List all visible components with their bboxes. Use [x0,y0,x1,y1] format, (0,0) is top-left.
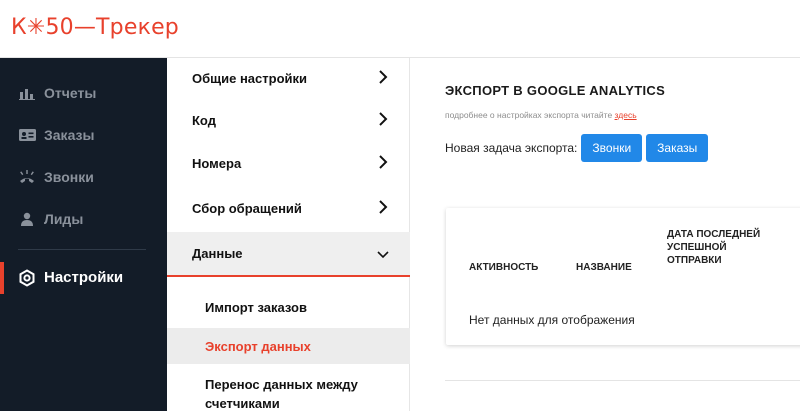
empty-table-message: Нет данных для отображения [469,313,635,327]
settings-item-collection[interactable]: Сбор обращений [167,188,410,228]
sidebar-item-label: Лиды [44,211,84,227]
settings-item-label: Сбор обращений [192,200,302,216]
sub-item-transfer-data[interactable]: Перенос данных между счетчиками [167,374,387,411]
active-indicator [0,262,4,294]
app-logo[interactable]: К✳50—Трекер [11,15,179,41]
calls-button[interactable]: Звонки [581,134,643,162]
settings-item-general[interactable]: Общие настройки [167,58,410,98]
export-tasks-table: АКТИВНОСТЬ НАЗВАНИЕ ДАТА ПОСЛЕДНЕЙ УСПЕШ… [446,208,800,345]
page-title: ЭКСПОРТ В GOOGLE ANALYTICS [445,83,666,98]
top-bar: К✳50—Трекер [0,0,800,58]
settings-item-data[interactable]: Данные [167,232,410,277]
subtitle-text: подробнее о настройках экспорта читайте [445,110,613,120]
chevron-right-icon [379,112,388,126]
chevron-down-icon [377,251,389,259]
sidebar-item-reports[interactable]: Отчеты [18,85,96,101]
settings-item-label: Номера [192,155,242,171]
sidebar-item-orders[interactable]: Заказы [18,127,94,143]
phone-ringing-icon [18,169,36,185]
settings-menu: Общие настройки Код Номера Сбор обращени… [167,58,410,411]
sub-item-import-orders[interactable]: Импорт заказов [167,290,410,324]
sidebar-item-calls[interactable]: Звонки [18,169,94,185]
sidebar-divider [18,249,146,250]
new-export-task: Новая задача экспорта: Звонки Заказы [445,134,712,162]
sidebar-item-label: Заказы [44,127,95,143]
sidebar-item-leads[interactable]: Лиды [18,211,83,227]
sidebar-item-label: Настройки [44,269,124,286]
divider [445,380,800,381]
main-content: ЭКСПОРТ В GOOGLE ANALYTICS подробнее о н… [410,58,800,411]
gear-icon [18,268,36,287]
column-header-activity[interactable]: АКТИВНОСТЬ [469,261,538,274]
settings-item-code[interactable]: Код [167,100,410,140]
orders-button[interactable]: Заказы [646,134,709,162]
sub-item-export-data[interactable]: Экспорт данных [167,328,410,364]
sidebar-item-label: Отчеты [44,85,97,101]
settings-item-label: Код [192,112,216,128]
chevron-right-icon [379,70,388,84]
settings-item-label: Данные [192,246,243,261]
column-header-last-sent[interactable]: ДАТА ПОСЛЕДНЕЙ УСПЕШНОЙ ОТПРАВКИ [667,228,777,267]
bar-chart-icon [18,85,36,101]
sidebar-item-settings[interactable]: Настройки [18,268,124,287]
id-card-icon [18,127,36,143]
details-link[interactable]: здесь [615,110,637,120]
chevron-right-icon [379,200,388,214]
person-icon [18,211,36,227]
sidebar-item-label: Звонки [44,169,94,185]
new-task-label: Новая задача экспорта: [445,141,578,155]
settings-item-label: Общие настройки [192,70,307,86]
chevron-right-icon [379,155,388,169]
settings-item-numbers[interactable]: Номера [167,143,410,183]
main-sidebar: Отчеты Заказы Звонки Лиды Настройки [0,58,167,411]
page-subtitle: подробнее о настройках экспорта читайте … [445,110,637,120]
column-header-name[interactable]: НАЗВАНИЕ [576,261,632,274]
